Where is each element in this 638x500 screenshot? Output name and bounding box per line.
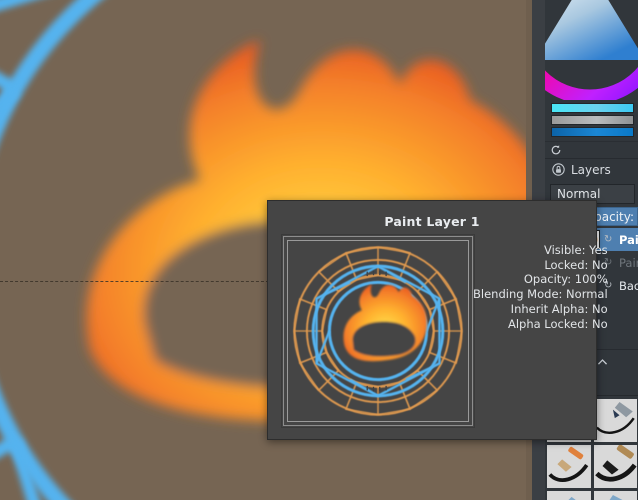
layer-info-tooltip: Paint Layer 1 Visible: Yes Locked: No Op… (267, 200, 608, 440)
lock-icon[interactable] (552, 163, 565, 176)
layer-name: Paint (619, 255, 638, 270)
tooltip-title: Paint Layer 1 (384, 214, 480, 229)
layers-panel-title: Layers (571, 162, 611, 177)
color-selector-widget[interactable] (545, 0, 638, 100)
preset-eraser[interactable] (546, 490, 592, 500)
application-window: Layers Normal Opacity: ✓ (0, 0, 638, 500)
layer-name: Backg (619, 278, 638, 293)
layer-name: Paint (619, 232, 638, 247)
tooltip-thumbnail-image (287, 240, 469, 422)
cyan-slider[interactable] (551, 103, 634, 113)
preset-marker[interactable] (592, 490, 638, 500)
property-locked: Locked: No (544, 257, 608, 272)
property-blending-mode: Blending Mode: Normal (473, 287, 608, 302)
color-slider-group[interactable] (545, 100, 638, 141)
property-alpha-locked: Alpha Locked: No (507, 316, 608, 331)
layers-panel-header: Layers (545, 158, 638, 180)
blending-mode-value: Normal (557, 187, 601, 201)
reset-arrow-icon[interactable] (550, 144, 562, 156)
tooltip-properties: Visible: Yes Locked: No Opacity: 100% Bl… (473, 236, 616, 426)
tooltip-thumbnail-frame (281, 234, 475, 428)
blue-slider[interactable] (551, 127, 634, 137)
color-reset-row[interactable] (545, 141, 638, 158)
gray-slider[interactable] (551, 115, 634, 125)
preset-bristle-brush[interactable] (546, 444, 592, 489)
preset-flat-brush[interactable] (592, 444, 638, 489)
color-wheel-icon[interactable] (545, 0, 638, 100)
tooltip-body: Visible: Yes Locked: No Opacity: 100% Bl… (268, 229, 608, 428)
property-opacity: Opacity: 100% (523, 272, 608, 287)
property-inherit-alpha: Inherit Alpha: No (510, 301, 608, 316)
property-visible: Visible: Yes (544, 243, 608, 257)
